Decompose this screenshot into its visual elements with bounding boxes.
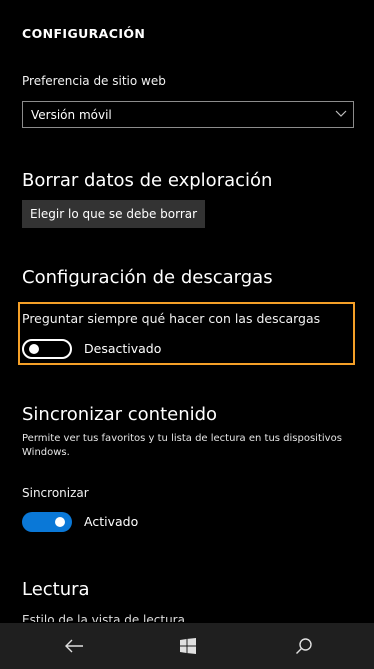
search-icon	[296, 638, 312, 654]
ask-downloads-state: Desactivado	[84, 341, 162, 356]
sync-label: Sincronizar	[22, 486, 89, 500]
page-title: CONFIGURACIÓN	[22, 26, 146, 41]
ask-downloads-label: Preguntar siempre qué hacer con las desc…	[22, 311, 321, 326]
windows-icon	[180, 638, 196, 654]
back-button[interactable]	[34, 623, 114, 669]
ask-downloads-toggle[interactable]	[22, 339, 72, 359]
chevron-down-icon	[335, 110, 347, 117]
clear-data-title: Borrar datos de exploración	[22, 170, 273, 191]
sync-description: Permite ver tus favoritos y tu lista de …	[22, 433, 342, 458]
download-settings-title: Configuración de descargas	[22, 267, 273, 288]
sync-toggle[interactable]	[22, 512, 72, 532]
choose-what-to-clear-button[interactable]: Elegir lo que se debe borrar	[22, 200, 206, 228]
website-preference-value: Versión móvil	[31, 107, 112, 122]
settings-screen: CONFIGURACIÓN Preferencia de sitio web V…	[0, 0, 374, 669]
reading-title: Lectura	[22, 579, 90, 600]
toggle-knob	[29, 344, 39, 354]
back-icon	[65, 639, 83, 653]
navigation-bar	[0, 623, 374, 669]
reading-view-style-label: Estilo de la vista de lectura	[22, 613, 185, 622]
website-preference-label: Preferencia de sitio web	[22, 74, 166, 88]
search-button[interactable]	[264, 623, 344, 669]
sync-state: Activado	[84, 514, 139, 529]
website-preference-dropdown[interactable]: Versión móvil	[22, 101, 354, 128]
toggle-knob	[55, 517, 65, 527]
start-button[interactable]	[148, 623, 228, 669]
sync-content-title: Sincronizar contenido	[22, 404, 218, 425]
